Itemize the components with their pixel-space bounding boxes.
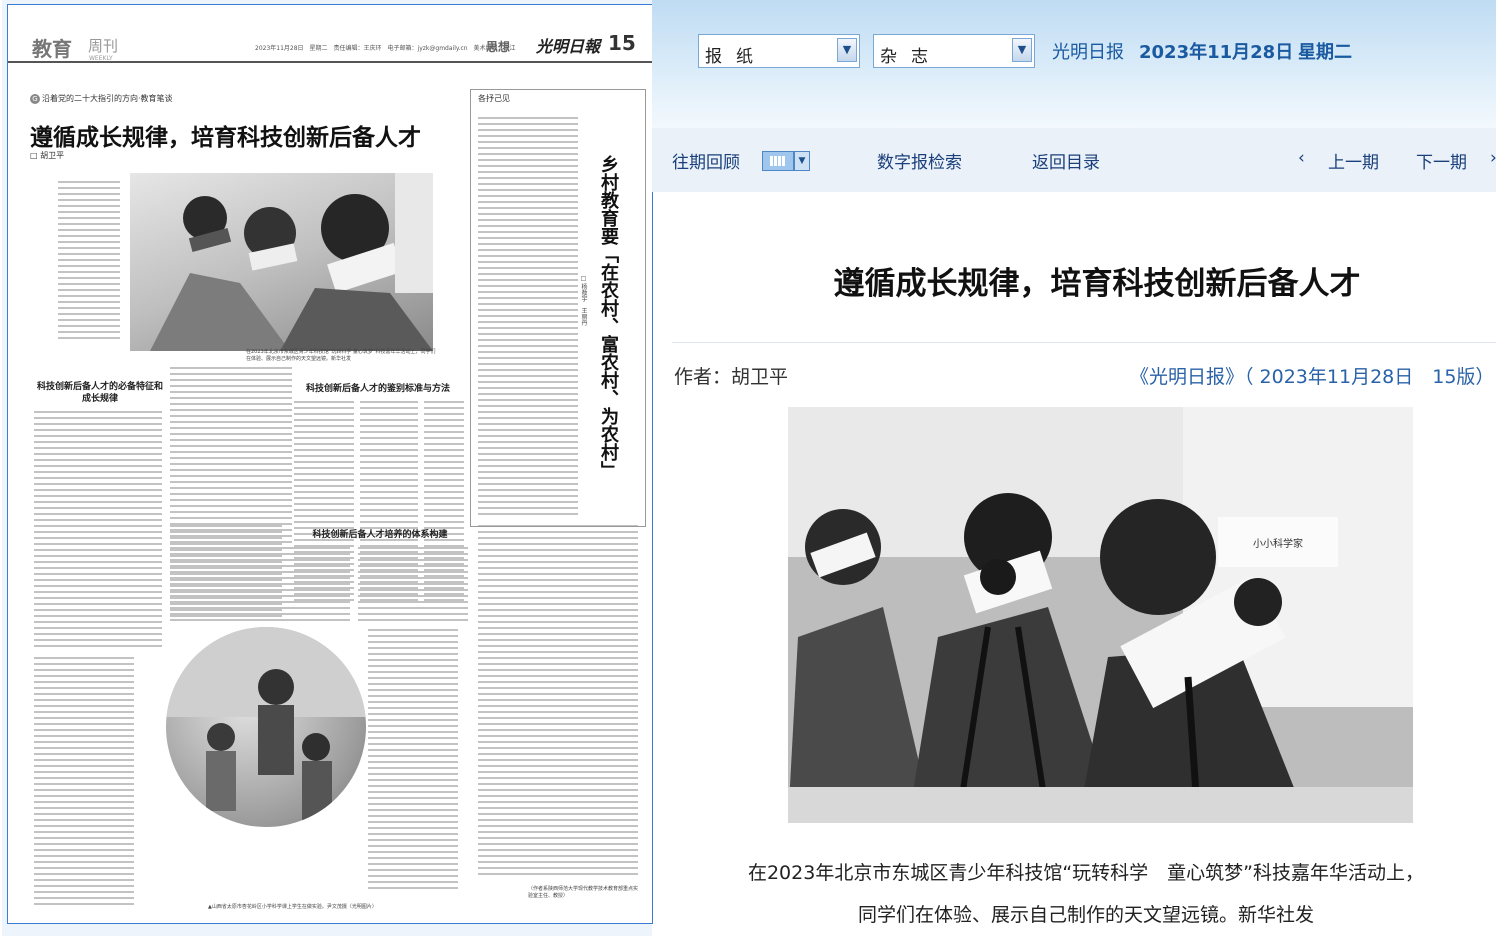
newspaper-page-image[interactable]: 教育 周刊 WEEKLY 2023年11月28日 星期二 责任编辑：王庆环 电子…	[7, 4, 653, 924]
text-column[interactable]	[170, 525, 282, 621]
sub-heading-1: 科技创新后备人才的必备特征和成长规律	[36, 382, 163, 404]
text-column[interactable]	[34, 411, 162, 651]
paper-name: 光明日报	[1052, 42, 1124, 63]
text-column[interactable]	[292, 547, 350, 625]
page-number: 15	[608, 31, 636, 55]
sub-heading-2: 科技创新后备人才的鉴别标准与方法	[305, 384, 450, 394]
chevron-left-icon[interactable]: ‹	[1298, 148, 1305, 168]
weekly-label: 周刊	[88, 37, 119, 55]
issue-date: 2023年11月28日	[1139, 42, 1294, 63]
photo-caption-line-2: 同学们在体验、展示自己制作的天文望远镜。新华社发	[857, 904, 1314, 926]
newspaper-select-value: 报纸	[705, 47, 767, 67]
chevron-down-icon[interactable]: ▼	[1012, 38, 1032, 62]
page-photo-caption: 在2023年北京市东城区青少年科技馆“玩转科学 童心筑梦”科技嘉年华活动上，同学…	[246, 349, 436, 362]
page-header: 教育 周刊 WEEKLY 2023年11月28日 星期二 责任编辑：王庆环 电子…	[8, 5, 652, 63]
next-issue-link[interactable]: 下一期	[1416, 148, 1467, 173]
section-name: 教育	[32, 37, 72, 61]
series-tag: G 沿着党的二十大指引的方向·教育笔谈	[30, 93, 173, 104]
chevron-down-icon[interactable]: ▼	[794, 151, 810, 171]
navigation-bar: 往期回顾 ▼ 数字报检索 返回目录 ‹ 上一期 下一期 ›	[652, 128, 1496, 192]
text-column[interactable]	[358, 547, 468, 625]
series-tag-text: 沿着党的二十大指引的方向·教育笔谈	[42, 94, 173, 103]
page-photo-thumbnail[interactable]	[130, 173, 433, 351]
chevron-right-icon[interactable]: ›	[1490, 148, 1496, 168]
page-circle-photo[interactable]	[166, 627, 366, 827]
text-column[interactable]	[368, 629, 458, 889]
chevron-down-icon[interactable]: ▼	[837, 38, 857, 62]
back-to-contents-link[interactable]: 返回目录	[1032, 148, 1100, 173]
calendar-icon[interactable]	[762, 151, 794, 171]
sub-heading-3: 科技创新后备人才培养的体系构建	[312, 530, 448, 540]
magazine-select[interactable]: 杂志 ▼	[873, 34, 1035, 68]
article-title: 遵循成长规律，培育科技创新后备人才	[833, 266, 1361, 302]
past-issues-link[interactable]: 往期回顾	[672, 148, 740, 173]
article-photo: 小小科学家	[788, 407, 1413, 823]
vertical-article-title[interactable]: 乡村教育要「在农村、富农村、为农村」	[593, 155, 619, 479]
top-toolbar: 报纸 ▼ 杂志 ▼ 光明日报 2023年11月28日 星期二	[652, 0, 1496, 128]
magazine-select-value: 杂志	[880, 47, 942, 67]
digital-search-link[interactable]: 数字报检索	[877, 148, 962, 173]
article-author: 作者：胡卫平	[674, 366, 789, 388]
series-g-icon: G	[30, 94, 40, 104]
divider	[672, 342, 1496, 343]
opinion-tag: 各抒己见	[478, 94, 510, 103]
section-tag: 思想	[486, 40, 511, 54]
photo-caption-line-1: 在2023年北京市东城区青少年科技馆“玩转科学 童心筑梦”科技嘉年华活动上，	[747, 862, 1425, 884]
newspaper-select[interactable]: 报纸 ▼	[698, 34, 860, 68]
photo-sign-text: 小小科学家	[1253, 537, 1303, 550]
weekly-en-label: WEEKLY	[89, 55, 113, 62]
text-column[interactable]	[478, 525, 638, 875]
paper-logo: 光明日報	[536, 37, 601, 56]
previous-issue-link[interactable]: 上一期	[1328, 148, 1379, 173]
text-column[interactable]	[34, 657, 134, 907]
newspaper-page-panel: 教育 周刊 WEEKLY 2023年11月28日 星期二 责任编辑：王庆环 电子…	[2, 0, 653, 936]
text-column[interactable]	[478, 117, 578, 519]
author-footnote: （作者系陕西师范大学现代教学技术教育部重点实验室主任、教授）	[528, 886, 639, 899]
page-headline[interactable]: 遵循成长规律，培育科技创新后备人才	[30, 118, 421, 152]
page-author: □ 胡卫平	[30, 151, 65, 160]
issue-weekday: 星期二	[1298, 42, 1352, 63]
page-header-info: 2023年11月28日 星期二 责任编辑：王庆环 电子邮箱：jyzk@gmdai…	[255, 45, 516, 52]
circle-photo-caption: ▲山西省太原市杏花岭区小学科学课上学生在做实验。尹文茂摄（光明图片）	[208, 904, 377, 910]
article-source[interactable]: 《光明日报》（ 2023年11月28日 15版）	[1130, 362, 1494, 389]
text-column[interactable]	[58, 181, 120, 341]
vertical-article-authors: □ 杨敖宇 王丽丹	[580, 275, 587, 326]
